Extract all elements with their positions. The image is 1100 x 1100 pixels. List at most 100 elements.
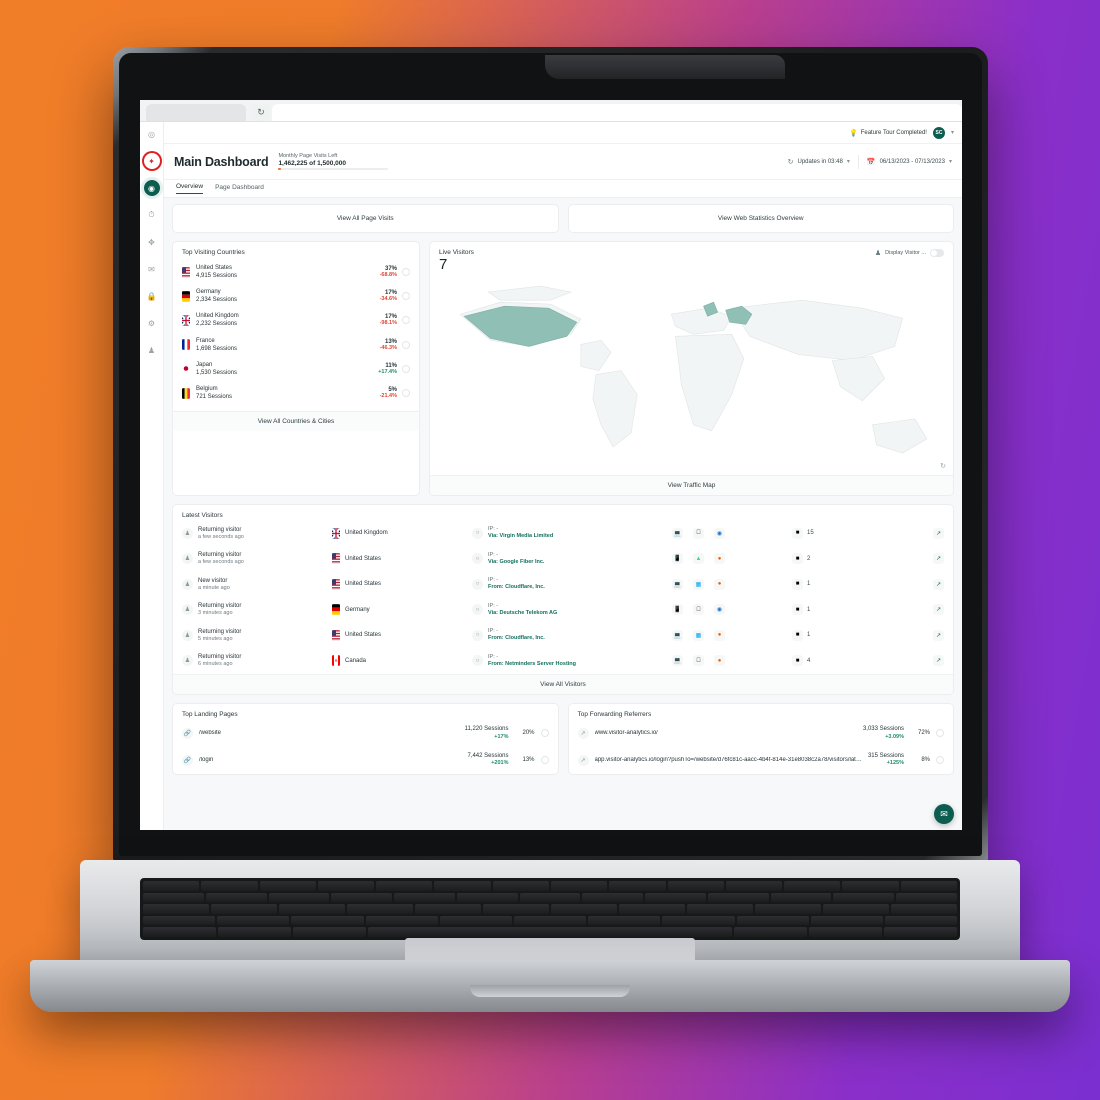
country-metrics: 11% +17.4% xyxy=(378,363,410,375)
visitor-open-action[interactable]: ↗ xyxy=(933,629,944,641)
country-row[interactable]: France 1,698 Sessions 13% -46.3% xyxy=(182,333,410,357)
card-title: Top Forwarding Referrers xyxy=(577,710,652,718)
table-row[interactable]: ♟ Returning visitor 6 minutes ago Canada xyxy=(173,648,953,674)
date-range-picker[interactable]: 📅 06/13/2023 - 07/13/2023 ▾ xyxy=(867,158,952,166)
sidebar-item-visitors[interactable]: ◉ xyxy=(143,180,160,196)
visitor-provider: Via: Google Fiber Inc. xyxy=(488,558,545,565)
visitor-ip: IP: - xyxy=(488,653,499,660)
landing-page-percent: 20% xyxy=(522,730,535,737)
desktop-icon: 💻 xyxy=(672,578,683,590)
country-row[interactable]: Belgium 721 Sessions 5% -21.4% xyxy=(182,381,410,405)
card-title: Latest Visitors xyxy=(182,511,223,519)
sidebar-item-highlighted[interactable]: ✦ xyxy=(144,153,160,169)
landing-page-sessions: 11,220 Sessions xyxy=(464,725,509,732)
laptop-mockup: ↻ ◎ ✦ ◉ ⏱ ✥ ✉ 🔒 ⚙ ♟ 💡 Feature Tour Compl… xyxy=(0,0,1100,1100)
table-row[interactable]: 🔗 /website 11,220 Sessions +17% 20% xyxy=(173,720,558,747)
country-row[interactable]: Germany 2,334 Sessions 17% -34.6% xyxy=(182,284,410,308)
country-row[interactable]: United States 4,915 Sessions 37% -68.8% xyxy=(182,260,410,284)
browser-tab-strip: ↻ xyxy=(140,100,962,122)
table-row[interactable]: ♟ Returning visitor a few seconds ago Un… xyxy=(173,521,953,547)
country-row[interactable]: Japan 1,530 Sessions 11% +17.4% xyxy=(182,357,410,381)
visitor-ip-cell: ○ IP: - Via: Deutsche Telekom AG xyxy=(472,603,672,617)
referrer-delta: +3.09% xyxy=(885,733,904,740)
visitor-open-action[interactable]: ↗ xyxy=(933,655,944,667)
view-all-countries-button[interactable]: View All Countries & Cities xyxy=(173,411,419,432)
table-row[interactable]: ♟ New visitor a minute ago United States xyxy=(173,572,953,598)
view-all-visitors-button[interactable]: View All Visitors xyxy=(173,673,953,694)
visitor-time: 6 minutes ago xyxy=(198,661,233,668)
key xyxy=(217,915,290,926)
table-row[interactable]: ↗ app.visitor-analytics.io/login?pushTo=… xyxy=(569,747,954,774)
windows-icon: ▦ xyxy=(693,578,704,590)
visitor-pages-cell: ■ 15 xyxy=(792,527,902,539)
chat-support-icon[interactable]: ✉ xyxy=(934,804,954,824)
keyboard xyxy=(140,878,960,940)
landing-page-path: /website xyxy=(199,730,222,737)
visitor-devices-cell: 💻 ▦ ● xyxy=(672,629,792,641)
key xyxy=(609,881,666,891)
world-map-svg xyxy=(459,285,928,453)
visitor-country-cell: Germany xyxy=(332,604,472,616)
visitor-ip: IP: - xyxy=(488,526,499,533)
country-row[interactable]: United Kingdom 2,232 Sessions 17% -98.1% xyxy=(182,308,410,332)
sidebar-item-behaviour[interactable]: ✥ xyxy=(144,234,160,250)
android-icon: ▲ xyxy=(693,553,704,565)
table-row[interactable]: ♟ Returning visitor 3 minutes ago German… xyxy=(173,597,953,623)
link-icon: 🔗 xyxy=(182,727,193,739)
world-map[interactable]: ↻ xyxy=(430,274,953,475)
person-icon: ♟ xyxy=(182,527,193,539)
refresh-icon[interactable]: ↻ xyxy=(940,462,946,470)
sidebar-item-security[interactable]: 🔒 xyxy=(144,288,160,304)
country-metrics: 37% -68.8% xyxy=(380,266,410,278)
key xyxy=(143,927,216,937)
key xyxy=(884,915,958,926)
pages-icon: ■ xyxy=(792,604,803,616)
table-row[interactable]: ↗ www.visitor-analytics.io/ 3,033 Sessio… xyxy=(569,720,954,747)
keyboard-row xyxy=(143,927,957,937)
sidebar-item-sessions[interactable]: ⏱ xyxy=(144,207,160,223)
view-all-page-visits-button[interactable]: View All Page Visits xyxy=(172,204,559,233)
visitor-type-cell: ♟ Returning visitor 5 minutes ago xyxy=(182,628,332,644)
view-traffic-map-button[interactable]: View Traffic Map xyxy=(430,474,953,495)
sidebar-item-dashboard[interactable]: ◎ xyxy=(144,126,160,142)
refresh-icon[interactable]: ↻ xyxy=(252,104,270,121)
tab-page-dashboard[interactable]: Page Dashboard xyxy=(215,184,264,194)
top-landing-pages-card: Top Landing Pages 🔗 /website 11,220 Sess… xyxy=(172,702,559,775)
visitor-type: Returning visitor xyxy=(198,654,242,661)
country-metrics: 13% -46.3% xyxy=(380,339,410,351)
visitor-open-action[interactable]: ↗ xyxy=(933,527,944,539)
flag-de-icon xyxy=(182,290,190,302)
sidebar-item-campaigns[interactable]: ✉ xyxy=(144,261,160,277)
view-web-statistics-button[interactable]: View Web Statistics Overview xyxy=(567,204,954,233)
browser-tab[interactable] xyxy=(146,104,246,121)
landing-page-metrics: 7,442 Sessions +201% xyxy=(467,753,508,768)
tab-overview[interactable]: Overview xyxy=(176,183,204,194)
display-visitor-toggle[interactable]: ♟ Display Visitor ... xyxy=(875,249,944,257)
refresh-icon: ↻ xyxy=(787,158,794,166)
key xyxy=(896,892,957,903)
feature-tour-status[interactable]: 💡 Feature Tour Completed! xyxy=(849,129,927,137)
firefox-icon: ● xyxy=(714,629,725,641)
visitor-open-action[interactable]: ↗ xyxy=(933,578,944,590)
country-name: France xyxy=(196,337,215,344)
sidebar-item-account[interactable]: ♟ xyxy=(144,342,160,358)
visitor-open-action[interactable]: ↗ xyxy=(933,553,944,565)
table-row[interactable]: 🔗 /login 7,442 Sessions +201% 13% xyxy=(173,747,558,774)
key xyxy=(513,915,587,926)
dashboard-tabs: Overview Page Dashboard xyxy=(164,180,962,198)
globe-icon: ○ xyxy=(472,655,483,667)
sidebar-item-settings[interactable]: ⚙ xyxy=(144,315,160,331)
toggle-switch[interactable] xyxy=(930,249,944,257)
visitor-devices-cell: 📱 ▲ ● xyxy=(672,553,792,565)
country-delta: -21.4% xyxy=(379,393,397,400)
firefox-icon: ● xyxy=(714,553,725,565)
chevron-down-icon[interactable]: ▾ xyxy=(951,129,954,136)
visitor-open-action[interactable]: ↗ xyxy=(933,604,944,616)
country-delta: -68.8% xyxy=(379,272,397,279)
apple-icon:  xyxy=(693,604,704,616)
table-row[interactable]: ♟ Returning visitor a few seconds ago Un… xyxy=(173,546,953,572)
key xyxy=(645,892,706,903)
avatar[interactable]: SC xyxy=(932,126,945,139)
table-row[interactable]: ♟ Returning visitor 5 minutes ago United… xyxy=(173,623,953,649)
updates-timer[interactable]: ↻ Updates in 03:48 ▾ xyxy=(788,158,850,166)
